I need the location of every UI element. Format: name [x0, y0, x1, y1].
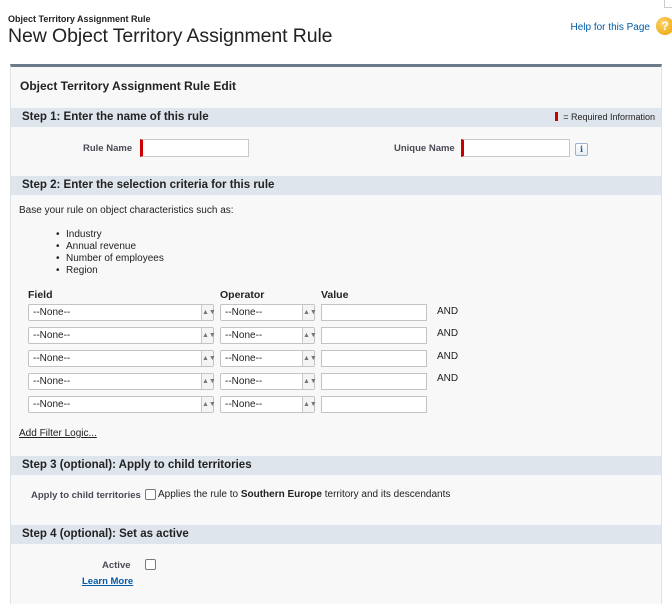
value-input[interactable] — [321, 350, 427, 367]
operator-select-value: --None-- — [225, 376, 263, 387]
operator-select-value: --None-- — [225, 330, 263, 341]
select-arrows-icon: ▲▼ — [201, 328, 216, 343]
select-arrows-icon: ▲▼ — [302, 328, 317, 343]
apply-child-checkbox[interactable] — [145, 489, 156, 500]
apply-child-text-before: Applies the rule to — [158, 489, 241, 500]
step3-title: Step 3 (optional): Apply to child territ… — [22, 459, 252, 471]
list-item: Region — [56, 265, 164, 277]
field-select[interactable]: --None-- ▲▼ — [28, 350, 216, 367]
apply-child-description: Applies the rule to Southern Europe terr… — [158, 489, 450, 500]
value-input[interactable] — [321, 304, 427, 321]
value-input[interactable] — [321, 327, 427, 344]
list-item: Industry — [56, 229, 164, 241]
info-icon[interactable]: i — [575, 143, 588, 156]
select-arrows-icon: ▲▼ — [201, 305, 216, 320]
criteria-intro: Base your rule on object characteristics… — [19, 205, 234, 216]
field-select-value: --None-- — [33, 399, 71, 410]
step1-header: Step 1: Enter the name of this rule = Re… — [11, 108, 661, 127]
field-select[interactable]: --None-- ▲▼ — [28, 373, 216, 390]
step2-title: Step 2: Enter the selection criteria for… — [22, 179, 275, 191]
rule-name-label: Rule Name — [83, 143, 133, 154]
operator-select[interactable]: --None-- ▲▼ — [220, 396, 317, 413]
select-arrows-icon: ▲▼ — [302, 305, 317, 320]
select-arrows-icon: ▲▼ — [302, 351, 317, 366]
page-header: Object Territory Assignment Rule New Obj… — [8, 14, 672, 54]
field-select[interactable]: --None-- ▲▼ — [28, 327, 216, 344]
operator-select[interactable]: --None-- ▲▼ — [220, 304, 317, 321]
and-conjunction: AND — [437, 351, 459, 362]
required-legend: = Required Information — [555, 112, 655, 122]
active-label: Active — [102, 560, 131, 571]
field-column-header: Field — [28, 289, 53, 301]
unique-name-label: Unique Name — [394, 143, 455, 154]
and-conjunction: AND — [437, 328, 459, 339]
required-legend-text: = Required Information — [563, 112, 655, 122]
apply-child-text-after: territory and its descendants — [321, 489, 451, 500]
unique-name-input[interactable] — [461, 139, 570, 157]
select-arrows-icon: ▲▼ — [201, 374, 216, 389]
select-arrows-icon: ▲▼ — [201, 397, 216, 412]
and-conjunction: AND — [437, 373, 459, 384]
field-select-value: --None-- — [33, 376, 71, 387]
select-arrows-icon: ▲▼ — [302, 374, 317, 389]
step2-header: Step 2: Enter the selection criteria for… — [11, 176, 661, 195]
step4-title: Step 4 (optional): Set as active — [22, 528, 189, 540]
select-arrows-icon: ▲▼ — [302, 397, 317, 412]
field-select[interactable]: --None-- ▲▼ — [28, 396, 216, 413]
step3-header: Step 3 (optional): Apply to child territ… — [11, 456, 661, 475]
panel-title: Object Territory Assignment Rule Edit — [20, 79, 237, 93]
and-conjunction: AND — [437, 306, 459, 317]
help-circle-icon[interactable]: ? — [656, 17, 672, 35]
field-select-value: --None-- — [33, 307, 71, 318]
add-filter-logic-link[interactable]: Add Filter Logic... — [19, 428, 97, 439]
list-item: Annual revenue — [56, 241, 164, 253]
value-input[interactable] — [321, 396, 427, 413]
select-arrows-icon: ▲▼ — [201, 351, 216, 366]
step1-title: Step 1: Enter the name of this rule — [22, 111, 209, 123]
field-select[interactable]: --None-- ▲▼ — [28, 304, 216, 321]
operator-select-value: --None-- — [225, 399, 263, 410]
operator-select-value: --None-- — [225, 307, 263, 318]
rule-name-input[interactable] — [140, 139, 249, 157]
window-corner — [664, 0, 672, 8]
operator-select[interactable]: --None-- ▲▼ — [220, 373, 317, 390]
territory-name: Southern Europe — [240, 489, 322, 500]
operator-select-value: --None-- — [225, 353, 263, 364]
operator-select[interactable]: --None-- ▲▼ — [220, 350, 317, 367]
value-input[interactable] — [321, 373, 427, 390]
operator-column-header: Operator — [220, 289, 265, 301]
learn-more-link[interactable]: Learn More — [82, 576, 133, 587]
active-checkbox[interactable] — [145, 559, 156, 570]
step4-header: Step 4 (optional): Set as active — [11, 525, 661, 544]
field-select-value: --None-- — [33, 330, 71, 341]
operator-select[interactable]: --None-- ▲▼ — [220, 327, 317, 344]
field-select-value: --None-- — [33, 353, 71, 364]
example-list: Industry Annual revenue Number of employ… — [56, 229, 164, 277]
required-marker-icon — [555, 112, 559, 121]
list-item: Number of employees — [56, 253, 164, 265]
value-column-header: Value — [321, 289, 349, 301]
apply-child-label: Apply to child territories — [31, 490, 141, 501]
help-link[interactable]: Help for this Page — [571, 22, 651, 33]
